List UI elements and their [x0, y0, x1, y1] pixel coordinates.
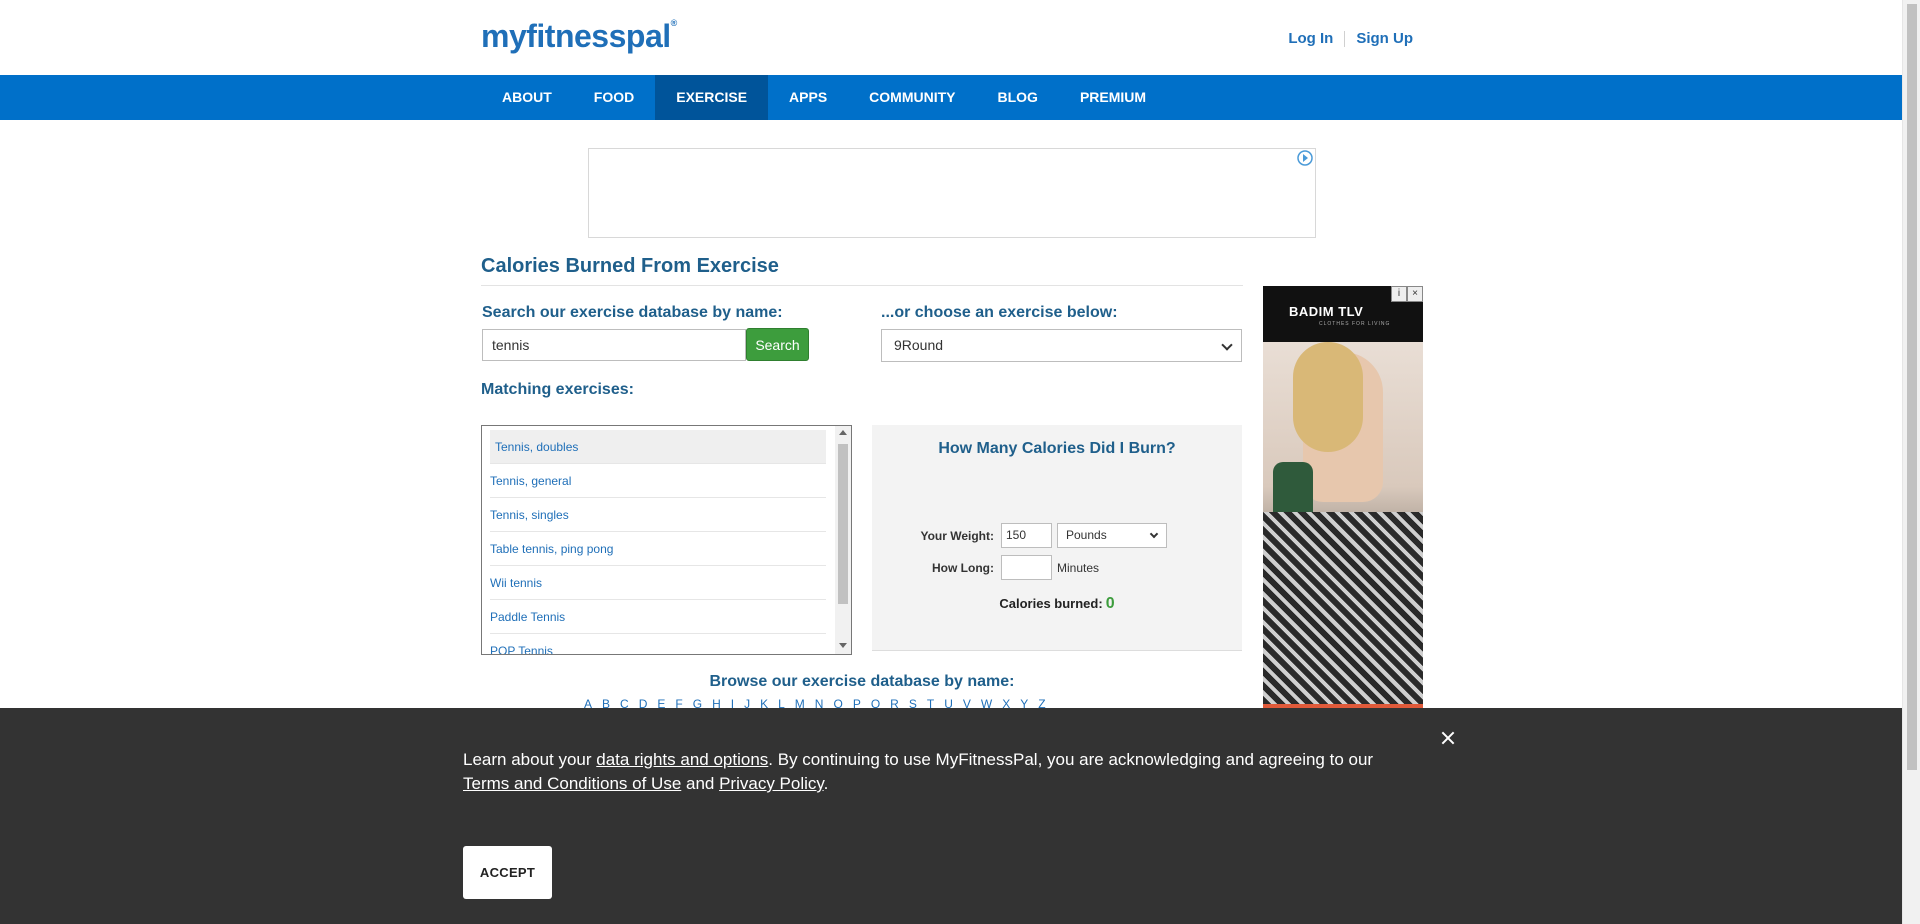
cookie-text-2: . By continuing to use MyFitnessPal, you…	[768, 750, 1374, 769]
ad-close-icon[interactable]: ×	[1407, 286, 1423, 302]
close-icon[interactable]	[1440, 730, 1456, 746]
list-item[interactable]: Wii tennis	[490, 566, 826, 600]
cookie-text-1: Learn about your	[463, 750, 597, 769]
exercise-select-value: 9Round	[894, 337, 944, 353]
nav-items: ABOUT FOOD EXERCISE APPS COMMUNITY BLOG PREMIU…	[481, 75, 1167, 120]
data-rights-link[interactable]: data rights and options	[596, 750, 768, 769]
side-ad[interactable]: BADIM TLV CLOTHES FOR LIVING i ×	[1263, 286, 1423, 716]
list-item[interactable]: Paddle Tennis	[490, 600, 826, 634]
list-item[interactable]: Table tennis, ping pong	[490, 532, 826, 566]
how-long-label: How Long:	[932, 561, 994, 575]
nav-community[interactable]: COMMUNITY	[848, 75, 976, 120]
privacy-link[interactable]: Privacy Policy	[719, 774, 824, 793]
nav-blog[interactable]: BLOG	[977, 75, 1059, 120]
nav-food[interactable]: FOOD	[573, 75, 655, 120]
matching-exercises-list[interactable]: Tennis, doubles Tennis, general Tennis, si…	[481, 425, 852, 655]
chevron-down-icon	[1149, 529, 1159, 539]
side-ad-controls: i ×	[1391, 286, 1423, 302]
cookie-banner: Learn about your data rights and options…	[0, 708, 1902, 924]
registered-mark: ®	[670, 18, 678, 28]
scroll-up-icon[interactable]	[839, 430, 847, 435]
calculator-title: How Many Calories Did I Burn?	[938, 440, 1176, 457]
list-item[interactable]: POP Tennis	[490, 634, 826, 654]
signup-link[interactable]: Sign Up	[1356, 30, 1413, 47]
ad-banner[interactable]	[588, 148, 1316, 238]
logo-text: myfitnesspal	[481, 18, 671, 54]
weight-unit-select[interactable]: Pounds	[1057, 523, 1167, 548]
scroll-thumb[interactable]	[838, 444, 848, 604]
side-ad-header: BADIM TLV CLOTHES FOR LIVING i ×	[1263, 286, 1423, 342]
cookie-message: Learn about your data rights and options…	[463, 748, 1403, 796]
myfitnesspal-logo[interactable]: myfitnesspal®	[481, 18, 677, 55]
site-header: myfitnesspal® Log In Sign Up	[0, 0, 1902, 75]
side-ad-tagline: CLOTHES FOR LIVING	[1319, 321, 1391, 327]
list-item[interactable]: Tennis, singles	[490, 498, 826, 532]
main-content: Calories Burned From Exercise Search our…	[481, 255, 1243, 711]
list-item[interactable]: Tennis, general	[490, 464, 826, 498]
ad-choices-icon[interactable]	[1297, 150, 1313, 166]
choose-label: ...or choose an exercise below:	[881, 304, 1118, 321]
exercise-select[interactable]: 9Round	[881, 329, 1242, 362]
auth-divider	[1344, 30, 1346, 47]
main-nav: ABOUT FOOD EXERCISE APPS COMMUNITY BLOG PREMIU…	[0, 75, 1902, 120]
login-link[interactable]: Log In	[1288, 30, 1333, 47]
calorie-calculator: How Many Calories Did I Burn? Your Weigh…	[872, 425, 1242, 651]
weight-label: Your Weight:	[920, 529, 994, 543]
chevron-down-icon	[1221, 339, 1233, 351]
calories-burned: Calories burned: 0	[872, 595, 1242, 613]
side-ad-image	[1263, 342, 1423, 704]
side-ad-brand: BADIM TLV	[1289, 304, 1364, 319]
cookie-text-3: and	[681, 774, 720, 793]
scroll-down-icon[interactable]	[839, 643, 847, 648]
accept-button[interactable]: ACCEPT	[463, 846, 552, 899]
weight-input[interactable]: 150	[1001, 523, 1052, 548]
page-title: Calories Burned From Exercise	[481, 255, 1243, 286]
search-label: Search our exercise database by name:	[482, 304, 783, 321]
weight-unit-value: Pounds	[1066, 528, 1107, 542]
list-item[interactable]: Tennis, doubles	[490, 430, 826, 464]
matching-label: Matching exercises:	[481, 381, 634, 398]
nav-about[interactable]: ABOUT	[481, 75, 573, 120]
nav-apps[interactable]: APPS	[768, 75, 848, 120]
minutes-label: Minutes	[1057, 561, 1100, 575]
page-scrollbar[interactable]	[1902, 0, 1920, 924]
search-button[interactable]: Search	[746, 328, 809, 361]
nav-premium[interactable]: PREMIUM	[1059, 75, 1167, 120]
page-scroll-thumb[interactable]	[1907, 4, 1917, 770]
calories-burned-label: Calories burned:	[999, 596, 1103, 611]
calories-burned-value: 0	[1105, 595, 1115, 612]
browse-label: Browse our exercise database by name:	[709, 673, 1015, 690]
auth-links: Log In Sign Up	[1288, 30, 1413, 47]
duration-input[interactable]	[1001, 555, 1052, 580]
search-input[interactable]: tennis	[482, 329, 746, 361]
terms-link[interactable]: Terms and Conditions of Use	[463, 774, 681, 793]
ad-info-icon[interactable]: i	[1391, 286, 1407, 302]
cookie-text-4: .	[823, 774, 829, 793]
nav-exercise[interactable]: EXERCISE	[655, 75, 769, 120]
list-scrollbar[interactable]	[835, 426, 851, 654]
